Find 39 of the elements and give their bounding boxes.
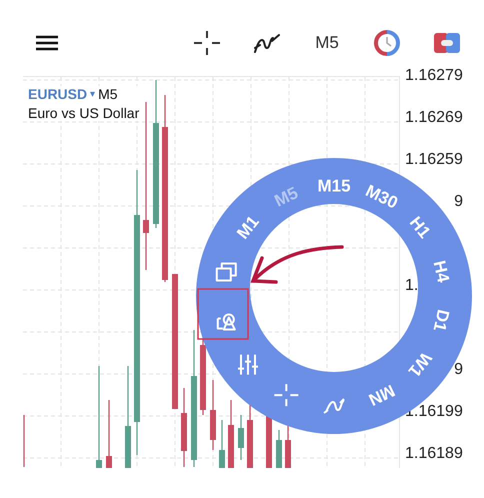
candle: [247, 405, 253, 468]
timeframe-option[interactable]: M30: [362, 181, 401, 213]
candle: [276, 430, 282, 468]
highlight-frame: [197, 288, 249, 340]
price-label: 9: [454, 361, 463, 378]
sliders-icon[interactable]: [237, 354, 259, 376]
caret-icon[interactable]: ▾: [90, 88, 96, 100]
candle: [219, 420, 225, 468]
toggle-icon[interactable]: [434, 33, 460, 53]
timeframe-option[interactable]: MN: [366, 380, 398, 410]
timeframe-option[interactable]: W1: [404, 348, 436, 380]
price-label: 1.: [405, 277, 418, 294]
timeframe-option[interactable]: H1: [406, 213, 434, 242]
price-label: 1.16279: [405, 67, 463, 84]
price-label: 1.16269: [405, 109, 463, 126]
timeframe-option[interactable]: M1: [233, 212, 263, 243]
clock-icon[interactable]: [374, 30, 400, 56]
candle: [228, 400, 234, 468]
price-label: 9: [454, 193, 463, 210]
timeframe-button[interactable]: M5: [314, 33, 340, 53]
crosshair-icon[interactable]: [194, 31, 220, 55]
timeframe-option[interactable]: M5: [272, 183, 302, 211]
timeframe-option[interactable]: H4: [430, 258, 453, 284]
candle: [285, 425, 291, 468]
candle: [238, 415, 244, 460]
indicator-icon[interactable]: [254, 32, 280, 54]
windows-icon[interactable]: [216, 262, 237, 282]
price-label: 1.16259: [405, 151, 463, 168]
timeframe-option[interactable]: D1: [430, 308, 453, 334]
wave-icon[interactable]: [323, 398, 345, 414]
timeframe-option[interactable]: M15: [317, 176, 351, 196]
price-label: 1.16189: [405, 445, 463, 462]
menu-icon[interactable]: [36, 35, 58, 51]
symbol-description: Euro vs US Dollar: [28, 105, 140, 121]
candle: [210, 380, 216, 450]
timeframe-label: M5: [98, 86, 118, 102]
symbol-label[interactable]: EURUSD: [28, 86, 88, 102]
shapes-icon[interactable]: [216, 314, 236, 330]
candle: [106, 400, 112, 468]
